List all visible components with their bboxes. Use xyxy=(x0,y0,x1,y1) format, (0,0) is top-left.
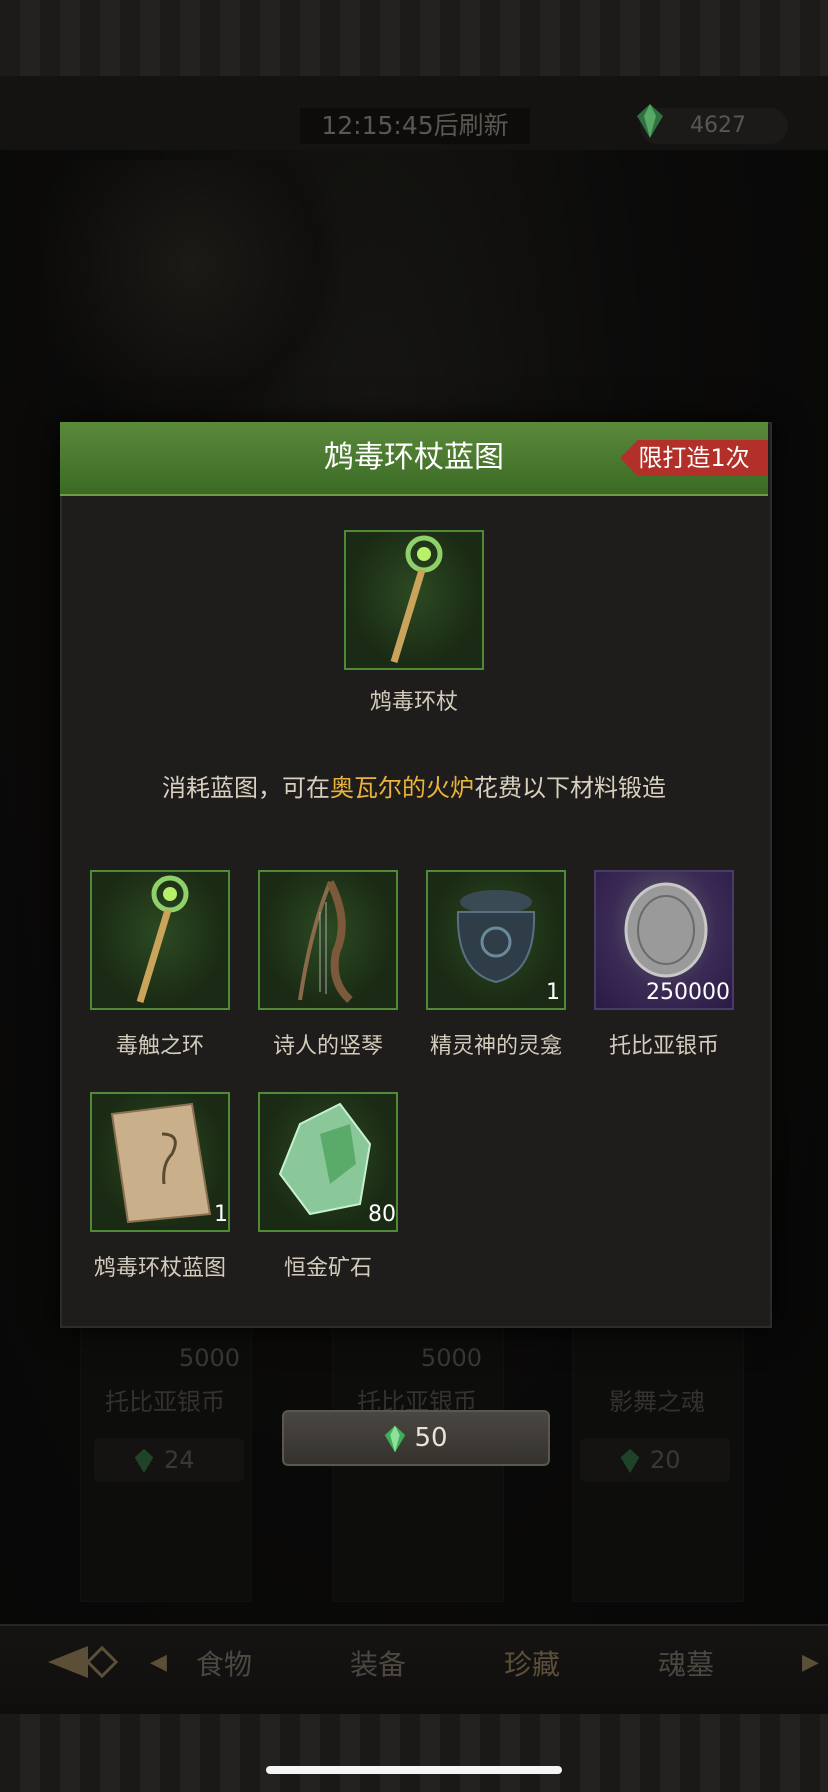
tab-soul-tomb[interactable]: 魂墓 xyxy=(626,1640,746,1690)
tab-equipment[interactable]: 装备 xyxy=(318,1640,438,1690)
material-name: 托比亚银币 xyxy=(608,1034,719,1059)
forge-description: 消耗蓝图，可在奥瓦尔的火炉花费以下材料锻造 xyxy=(60,768,768,803)
forge-location-link[interactable]: 奥瓦尔的火炉 xyxy=(330,774,474,802)
desc-prefix: 消耗蓝图，可在 xyxy=(162,774,330,802)
limit-badge: 限打造1次 xyxy=(620,440,768,476)
bottom-frame xyxy=(0,1714,828,1792)
tab-treasure[interactable]: 珍藏 xyxy=(472,1640,592,1690)
material-name: 诗人的竖琴 xyxy=(272,1034,383,1059)
refresh-timer: 12:15:45后刷新 xyxy=(300,108,530,144)
tab-food[interactable]: 食物 xyxy=(164,1640,284,1690)
gem-icon xyxy=(385,1425,406,1452)
top-frame xyxy=(0,0,828,79)
desc-suffix: 花费以下材料锻造 xyxy=(474,774,666,802)
staff-icon xyxy=(136,875,189,1004)
material-qty: 1 xyxy=(214,1202,228,1227)
nav-right-arrow-icon[interactable]: ▶ xyxy=(802,1650,819,1675)
gem-count: 4627 xyxy=(690,113,746,138)
material-item[interactable] xyxy=(90,870,230,1010)
forge-purchase-button[interactable]: 50 xyxy=(282,1410,550,1466)
material-qty: 1 xyxy=(546,980,560,1005)
material-name: 精灵神的灵龛 xyxy=(429,1034,562,1059)
material-name: 恒金矿石 xyxy=(283,1256,372,1281)
result-item-name: 鸩毒环杖 xyxy=(369,690,458,715)
material-name: 鸩毒环杖蓝图 xyxy=(93,1256,226,1281)
gem-icon xyxy=(637,104,663,138)
harp-icon xyxy=(298,880,353,1003)
material-name: 毒触之环 xyxy=(115,1034,204,1059)
material-item[interactable] xyxy=(258,870,398,1010)
material-qty: 250000 xyxy=(646,980,730,1005)
home-indicator[interactable] xyxy=(266,1766,562,1774)
forge-price: 50 xyxy=(414,1423,448,1453)
result-item[interactable] xyxy=(344,530,484,670)
back-arrow-icon[interactable] xyxy=(48,1640,128,1684)
material-qty: 80 xyxy=(368,1202,396,1227)
staff-icon xyxy=(390,535,443,664)
